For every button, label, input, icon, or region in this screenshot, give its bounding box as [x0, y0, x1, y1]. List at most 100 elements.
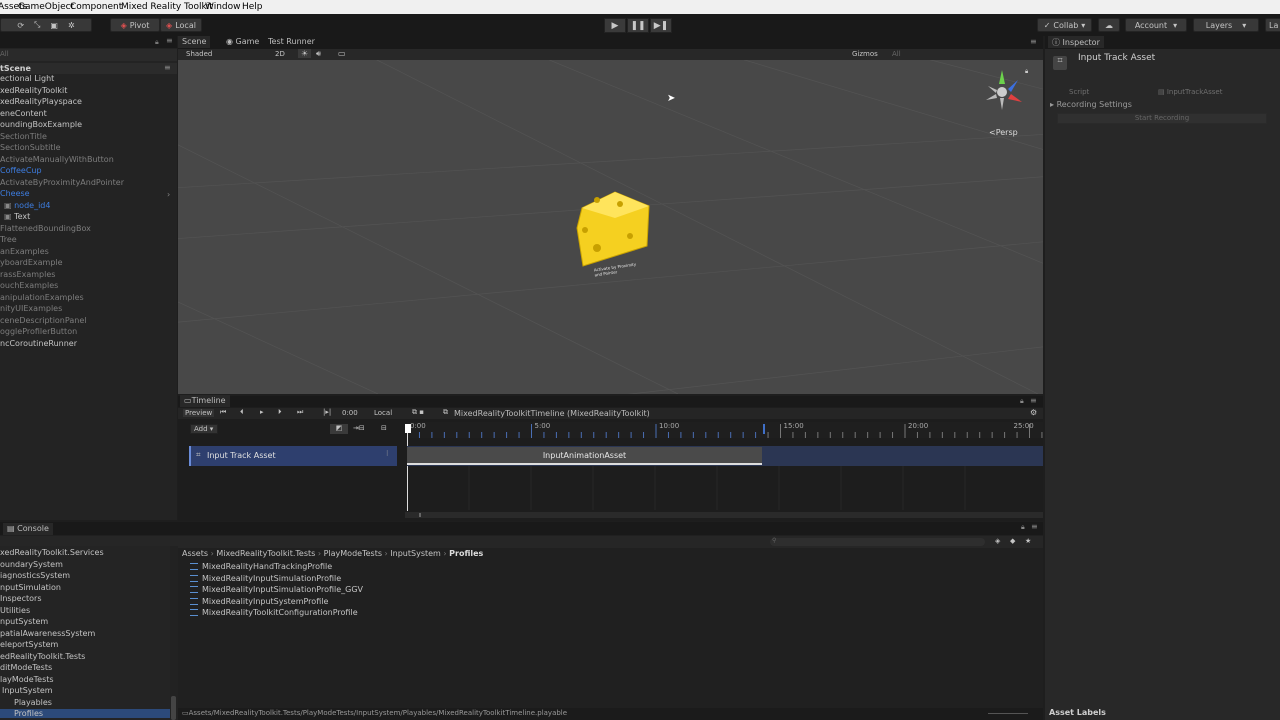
hierarchy-item[interactable]: ceneDescriptionPanel: [0, 316, 86, 325]
scrollbar-thumb[interactable]: [419, 513, 421, 517]
gizmos-dropdown[interactable]: Gizmos: [852, 50, 878, 58]
favorite-icon[interactable]: ★: [1025, 537, 1031, 545]
preview-toggle[interactable]: Preview: [183, 409, 215, 417]
input-animation-clip[interactable]: InputAnimationAsset: [407, 447, 762, 465]
hierarchy-item[interactable]: Cheese: [0, 189, 30, 198]
hierarchy-item[interactable]: ouchExamples: [0, 281, 58, 290]
hierarchy-item[interactable]: anipulationExamples: [0, 293, 84, 302]
play-range-icon[interactable]: |▸|: [323, 408, 331, 416]
account-dropdown[interactable]: Account ▾: [1125, 18, 1187, 32]
tree-scroll-thumb[interactable]: [171, 696, 176, 720]
filter-type-icon[interactable]: ◈: [995, 537, 1000, 545]
scene-viewport[interactable]: Activate by Proximity and Pointer ➤ 🔒︎ <…: [178, 60, 1043, 394]
folder-item[interactable]: oundarySystem: [0, 560, 63, 569]
folder-item[interactable]: nputSimulation: [0, 583, 61, 592]
folder-item[interactable]: xedRealityToolkit.Services: [0, 548, 104, 557]
folder-item[interactable]: layModeTests: [0, 675, 54, 684]
folder-item[interactable]: nputSystem: [0, 617, 48, 626]
hierarchy-item[interactable]: rassExamples: [0, 270, 55, 279]
file-item[interactable]: MixedRealityToolkitConfigurationProfile: [190, 608, 358, 617]
folder-item[interactable]: Profiles: [0, 709, 170, 718]
layout-dropdown[interactable]: La: [1265, 18, 1280, 32]
lock-icon[interactable]: 🔒︎: [1020, 397, 1024, 406]
hierarchy-item[interactable]: Tree: [0, 235, 17, 244]
lock-icon[interactable]: 🔒︎: [155, 38, 159, 47]
pause-button[interactable]: ❚❚: [627, 18, 649, 33]
audio-icon[interactable]: 🔊︎: [316, 49, 321, 59]
persp-label[interactable]: <Persp: [989, 128, 1018, 137]
hierarchy-item[interactable]: ncCoroutineRunner: [0, 339, 77, 348]
hierarchy-item[interactable]: xedRealityToolkit: [0, 86, 67, 95]
hierarchy-item[interactable]: oundingBoxExample: [0, 120, 82, 129]
tab-scene[interactable]: Scene: [178, 36, 211, 48]
tab-inspector[interactable]: ⓘ Inspector: [1048, 36, 1104, 48]
gear-icon[interactable]: ⚙: [1030, 408, 1037, 417]
shading-dropdown[interactable]: Shaded: [186, 50, 212, 58]
menu-component[interactable]: Component: [70, 2, 122, 12]
cloud-button[interactable]: ☁: [1098, 18, 1120, 32]
scene-header[interactable]: tScene ≡: [0, 63, 177, 74]
scene-search-input[interactable]: All: [892, 50, 901, 58]
playhead-handle[interactable]: [405, 424, 411, 433]
breadcrumb-item[interactable]: Assets: [182, 549, 208, 558]
transform-tools[interactable]: ⟳ ⤡ ▣ ✲: [0, 18, 92, 32]
clip-edit-icon[interactable]: ⇥⊟: [353, 424, 365, 432]
hierarchy-item[interactable]: oggleProfilerButton: [0, 327, 77, 336]
play-button[interactable]: ▶: [604, 18, 626, 33]
lock-icon[interactable]: 🔒︎: [1021, 523, 1025, 532]
hierarchy-search[interactable]: All: [0, 49, 177, 61]
hierarchy-item[interactable]: ActivateByProximityAndPointer: [0, 178, 124, 187]
menu-gameobject[interactable]: GameObject: [18, 2, 74, 12]
panel-menu-icon[interactable]: ≡: [1031, 522, 1038, 531]
tab-game[interactable]: ◉ Game: [222, 36, 263, 48]
hierarchy-item[interactable]: ActivateManuallyWithButton: [0, 155, 114, 164]
folder-item[interactable]: eleportSystem: [0, 640, 58, 649]
end-marker[interactable]: [763, 424, 765, 434]
scale-tool-icon[interactable]: ⤡: [34, 20, 40, 30]
play-icon[interactable]: ▸: [260, 408, 264, 416]
folder-item[interactable]: ditModeTests: [0, 663, 52, 672]
goto-start-icon[interactable]: ⏮: [220, 408, 226, 417]
hierarchy-item[interactable]: anExamples: [0, 247, 49, 256]
2d-toggle[interactable]: 2D: [275, 50, 285, 58]
scene-menu-icon[interactable]: ≡: [164, 63, 171, 72]
lock-icon[interactable]: 🔒︎: [1025, 68, 1028, 76]
chevron-right-icon[interactable]: ›: [167, 190, 170, 199]
panel-menu-icon[interactable]: ≡: [1030, 37, 1037, 46]
curves-toggle-icon[interactable]: ◩: [330, 424, 348, 434]
folder-item[interactable]: InputSystem: [0, 686, 53, 695]
menu-help[interactable]: Help: [242, 2, 263, 12]
menu-window[interactable]: Window: [205, 2, 241, 12]
hierarchy-item[interactable]: CoffeeCup: [0, 166, 42, 175]
prev-frame-icon[interactable]: ⏴: [240, 408, 244, 417]
hierarchy-item[interactable]: FlattenedBoundingBox: [0, 224, 91, 233]
breadcrumb-item[interactable]: PlayModeTests: [324, 549, 382, 558]
time-field[interactable]: 0:00: [342, 409, 358, 417]
snap-icon[interactable]: ⊟: [381, 424, 387, 432]
menu-icon[interactable]: ≡: [166, 36, 173, 45]
next-frame-icon[interactable]: ⏵: [278, 408, 282, 417]
rotate-tool-icon[interactable]: ⟳: [17, 21, 24, 30]
goto-end-icon[interactable]: ⏭: [297, 408, 303, 417]
step-button[interactable]: ▶❚: [650, 18, 672, 33]
menu-mixed-reality-toolkit[interactable]: Mixed Reality Toolkit: [121, 2, 213, 12]
folder-item[interactable]: Playables: [0, 698, 52, 707]
zoom-slider[interactable]: [988, 713, 1028, 714]
tree-scrollbar[interactable]: [170, 546, 178, 720]
lighting-icon[interactable]: ☀: [298, 49, 312, 58]
folder-item[interactable]: iagnosticsSystem: [0, 571, 70, 580]
folder-item[interactable]: Utilities: [0, 606, 30, 615]
file-item[interactable]: MixedRealityHandTrackingProfile: [190, 562, 332, 571]
folder-item[interactable]: patialAwarenessSystem: [0, 629, 95, 638]
hierarchy-item[interactable]: xedRealityPlayspace: [0, 97, 82, 106]
scene-gizmo[interactable]: [984, 66, 1024, 112]
cheese-object[interactable]: [575, 188, 655, 268]
track-menu-icon[interactable]: ⁝: [386, 449, 389, 458]
tab-timeline[interactable]: ▭Timeline: [180, 395, 230, 407]
rect-tool-icon[interactable]: ▣: [50, 21, 58, 30]
folder-item[interactable]: Inspectors: [0, 594, 41, 603]
hierarchy-item[interactable]: ectional Light: [0, 74, 54, 83]
file-item[interactable]: MixedRealityInputSystemProfile: [190, 597, 328, 606]
hierarchy-item[interactable]: SectionSubtitle: [0, 143, 61, 152]
panel-menu-icon[interactable]: ≡: [1030, 396, 1037, 405]
